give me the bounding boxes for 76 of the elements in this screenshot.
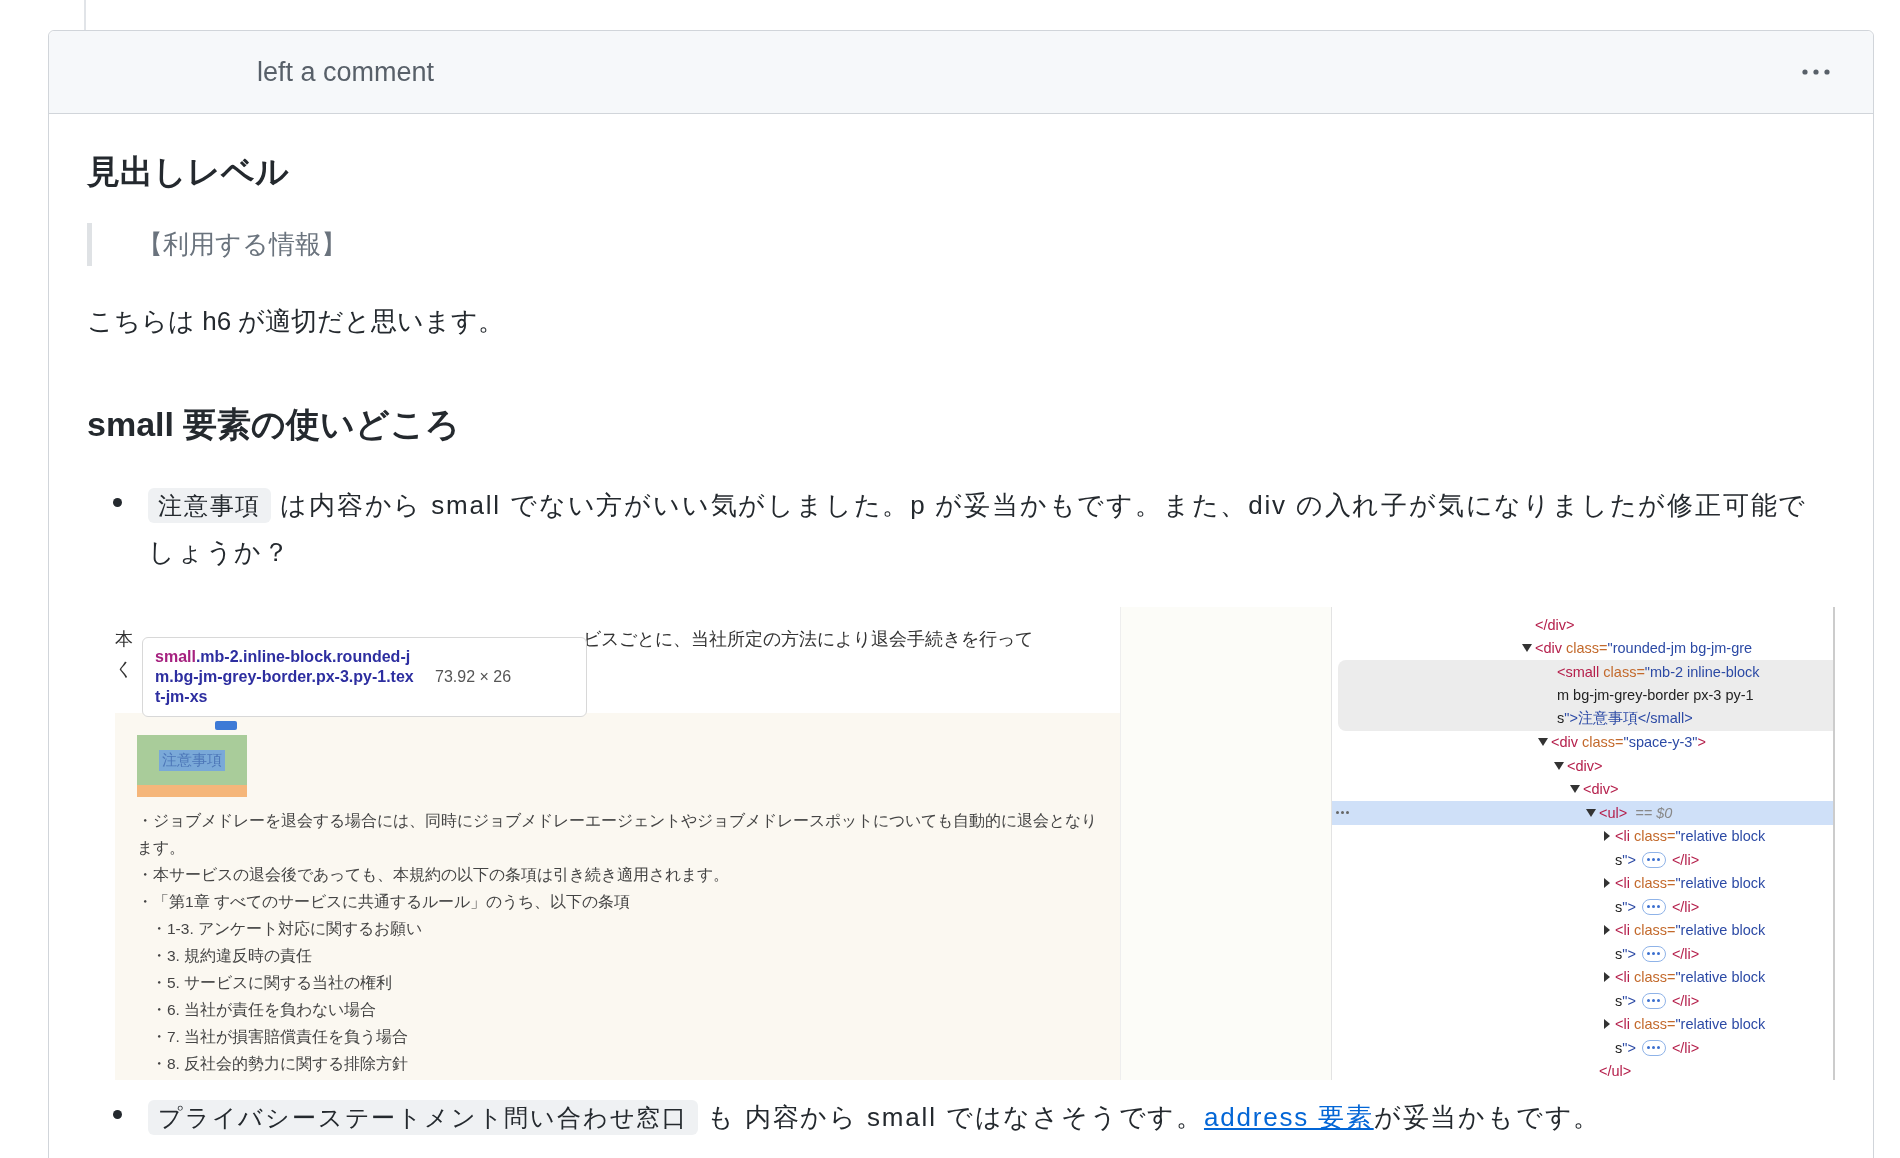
expanded-arrow-icon[interactable] — [1570, 785, 1580, 794]
dom-node[interactable]: <li class="relative block s"> </li> — [1332, 918, 1833, 966]
selected-dom-node[interactable]: <ul> == $0 — [1332, 801, 1833, 825]
markup-text: <li class="relative block — [1615, 828, 1766, 845]
paragraph: こちらは h6 が適切だと思います。 — [87, 305, 506, 338]
expanded-arrow-icon[interactable] — [1586, 808, 1596, 817]
markup-text: </div> — [1535, 616, 1575, 633]
markup-text: <div class="rounded-jm bg-jm-gre — [1535, 640, 1753, 657]
markup-text: </li> — [1671, 1039, 1700, 1056]
markup-text: m bg-jm-grey-border px-3 py-1 — [1557, 687, 1754, 704]
page-text: く — [115, 658, 133, 681]
markup-text: </li> — [1671, 898, 1700, 915]
markup-text: <li class="relative block — [1615, 969, 1766, 986]
dom-node[interactable]: <li class="relative block s"> </li> — [1332, 1012, 1833, 1060]
dom-node[interactable]: <li class="relative block s"> </li> — [1332, 824, 1833, 872]
page-text: ・6. 当社が責任を負わない場合 — [150, 1000, 378, 1020]
collapsed-arrow-icon[interactable] — [1602, 972, 1612, 983]
markup-text: <li class="relative block — [1615, 875, 1766, 892]
page-text: ・本サービスの退会後であっても、本規約の以下の条項は引き続き適用されます。 — [137, 865, 730, 885]
selector-text: small.mb-2.inline-block.rounded-jm.bg-jm-grey-border.px-3.py-1.text-jm-xs — [155, 647, 415, 707]
dom-node[interactable]: <div> — [1332, 777, 1833, 801]
markup-text: s"> — [1615, 992, 1636, 1009]
collapsed-arrow-icon[interactable] — [1602, 831, 1612, 842]
dom-node[interactable]: </ul> — [1332, 1059, 1833, 1080]
console-reference: == $0 — [1635, 804, 1673, 821]
subheading: small 要素の使いどころ — [87, 404, 462, 445]
page-text: 本 — [115, 628, 133, 651]
markup-text: </ul> — [1599, 1063, 1632, 1080]
page-text: ・8. 反社会的勢力に関する排除方針 — [150, 1054, 410, 1074]
blockquote: 【利用する情報】 — [87, 223, 347, 266]
dom-node[interactable]: <li class="relative block s"> </li> — [1332, 965, 1833, 1013]
comment-header-text: left a comment — [257, 56, 436, 88]
expanded-arrow-icon[interactable] — [1554, 761, 1564, 770]
page-text: ・1-3. アンケート対応に関するお願い — [150, 919, 423, 939]
page-text: ・7. 当社が損害賠償責任を負う場合 — [150, 1027, 410, 1047]
list-item-text: プライバシーステートメント問い合わせ窓口 も 内容から small ではなさそうです。address 要素が妥当かもです。 — [148, 1094, 1835, 1141]
page-text: ・5. サービスに関する当社の権利 — [150, 973, 394, 993]
list-item-text: 注意事項 は内容から small でない方がいい気がしました。p が妥当かもです。また、div の入れ子が気になりましたが修正可能でしょうか？ — [148, 487, 1809, 569]
markup-text: <div class="space-y-3"> — [1551, 734, 1706, 751]
dom-node[interactable]: <li class="relative block s"> </li> — [1332, 871, 1833, 919]
markup-text: </li> — [1671, 992, 1700, 1009]
hovered-dom-node[interactable]: <small class="mb-2 inline-block m bg-jm-grey-border px-3 py-1 s">注意事項</small> — [1338, 660, 1833, 731]
bullet-icon — [113, 1110, 122, 1119]
ellipsis-icon — [1336, 811, 1349, 814]
markup-text: <ul> — [1599, 804, 1628, 821]
markup-text: </li> — [1671, 945, 1700, 962]
dom-node[interactable]: </div> — [1332, 613, 1833, 637]
heading: 見出しレベル — [87, 152, 290, 192]
markup-text: <div> — [1583, 781, 1619, 798]
markup-text: <small class="mb-2 inline-block — [1557, 663, 1760, 680]
collapsed-arrow-icon[interactable] — [1602, 1019, 1612, 1030]
link[interactable]: address 要素 — [1203, 1102, 1374, 1132]
bullet-icon — [113, 498, 122, 507]
page-text: ビスごとに、当社所定の方法により退会手続きを行って — [583, 628, 1033, 651]
badge-icon — [215, 721, 237, 730]
dom-node[interactable]: <div> — [1332, 754, 1833, 778]
markup-text: <li class="relative block — [1615, 922, 1766, 939]
markup-text: s"> — [1615, 945, 1636, 962]
dom-node[interactable]: <div class="rounded-jm bg-jm-gre — [1332, 636, 1833, 660]
more-options-icon[interactable] — [1801, 68, 1831, 76]
page-text: ・「第1章 すべてのサービスに共通するルール」のうち、以下の条項 — [137, 892, 631, 912]
markup-text: <div> — [1567, 757, 1603, 774]
expanded-arrow-icon[interactable] — [1522, 644, 1532, 653]
expanded-arrow-icon[interactable] — [1538, 738, 1548, 747]
size-text: 73.92 × 26 — [435, 668, 512, 686]
markup-text: s"> — [1615, 1039, 1636, 1056]
markup-text: s">注意事項</small> — [1557, 709, 1693, 729]
collapsed-arrow-icon[interactable] — [1602, 878, 1612, 889]
markup-text: s"> — [1615, 851, 1636, 868]
dom-node[interactable]: <div class="space-y-3"> — [1332, 730, 1833, 754]
markup-text: <li class="relative block — [1615, 1016, 1766, 1033]
collapsed-arrow-icon[interactable] — [1602, 925, 1612, 936]
markup-text: </li> — [1671, 851, 1700, 868]
page-text: ・ジョブメドレーを退会する場合には、同時にジョブメドレーエージェントやジョブメドレースポットについても自動的に退会となります。 — [137, 811, 1097, 858]
page-text: ・3. 規約違反時の責任 — [150, 946, 314, 966]
markup-text: s"> — [1615, 898, 1636, 915]
